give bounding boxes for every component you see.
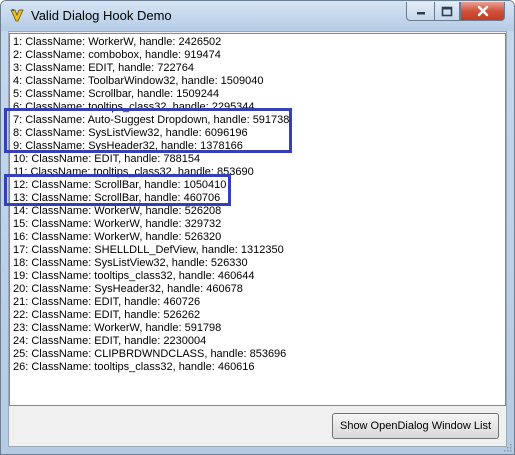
minimize-button[interactable] [406, 2, 434, 21]
close-icon [477, 5, 488, 17]
list-item[interactable]: 3: ClassName: EDIT, handle: 722764 [13, 62, 289, 75]
resize-grip-icon[interactable] [502, 442, 512, 452]
dialog-client-area: 1: ClassName: WorkerW, handle: 2426502 2… [8, 31, 507, 447]
list-item[interactable]: 16: ClassName: WorkerW, handle: 526320 [13, 231, 289, 244]
list-item[interactable]: 6: ClassName: tooltips_class32, handle: … [13, 101, 289, 114]
list-item[interactable]: 5: ClassName: Scrollbar, handle: 1509244 [13, 88, 289, 101]
list-item[interactable]: 22: ClassName: EDIT, handle: 526262 [13, 309, 289, 322]
title-bar[interactable]: Valid Dialog Hook Demo [1, 1, 514, 31]
list-item[interactable]: 19: ClassName: tooltips_class32, handle:… [13, 270, 289, 283]
list-item[interactable]: 12: ClassName: ScrollBar, handle: 105041… [13, 179, 289, 192]
list-item[interactable]: 14: ClassName: WorkerW, handle: 526208 [13, 205, 289, 218]
list-item[interactable]: 11: ClassName: tooltips_class32, handle:… [13, 166, 289, 179]
list-item[interactable]: 13: ClassName: ScrollBar, handle: 460706 [13, 192, 289, 205]
list-item[interactable]: 1: ClassName: WorkerW, handle: 2426502 [13, 36, 289, 49]
list-item[interactable]: 25: ClassName: CLIPBRDWNDCLASS, handle: … [13, 348, 289, 361]
window-list: 1: ClassName: WorkerW, handle: 2426502 2… [13, 36, 289, 374]
minimize-icon [416, 12, 425, 15]
list-item[interactable]: 21: ClassName: EDIT, handle: 460726 [13, 296, 289, 309]
show-opendialog-window-list-button[interactable]: Show OpenDialog Window List [332, 413, 499, 439]
list-item[interactable]: 24: ClassName: EDIT, handle: 2230004 [13, 335, 289, 348]
maximize-icon [441, 6, 453, 16]
button-label: Show OpenDialog Window List [339, 420, 492, 432]
window-list-box[interactable]: 1: ClassName: WorkerW, handle: 2426502 2… [9, 33, 506, 406]
list-item[interactable]: 9: ClassName: SysHeader32, handle: 13781… [13, 140, 289, 153]
list-item[interactable]: 18: ClassName: SysListView32, handle: 52… [13, 257, 289, 270]
list-item[interactable]: 15: ClassName: WorkerW, handle: 329732 [13, 218, 289, 231]
close-button[interactable] [460, 2, 505, 21]
list-item[interactable]: 10: ClassName: EDIT, handle: 788154 [13, 153, 289, 166]
list-item[interactable]: 8: ClassName: SysListView32, handle: 609… [13, 127, 289, 140]
list-item[interactable]: 20: ClassName: SysHeader32, handle: 4606… [13, 283, 289, 296]
list-item[interactable]: 26: ClassName: tooltips_class32, handle:… [13, 361, 289, 374]
list-item[interactable]: 7: ClassName: Auto-Suggest Dropdown, han… [13, 114, 289, 127]
list-item[interactable]: 23: ClassName: WorkerW, handle: 591798 [13, 322, 289, 335]
list-item[interactable]: 17: ClassName: SHELLDLL_DefView, handle:… [13, 244, 289, 257]
list-item[interactable]: 2: ClassName: combobox, handle: 919474 [13, 49, 289, 62]
list-item[interactable]: 4: ClassName: ToolbarWindow32, handle: 1… [13, 75, 289, 88]
dialog-window: Valid Dialog Hook Demo 1: ClassName: Wor… [0, 0, 515, 455]
app-icon [10, 9, 24, 22]
window-title: Valid Dialog Hook Demo [31, 8, 172, 23]
maximize-button[interactable] [434, 2, 460, 21]
